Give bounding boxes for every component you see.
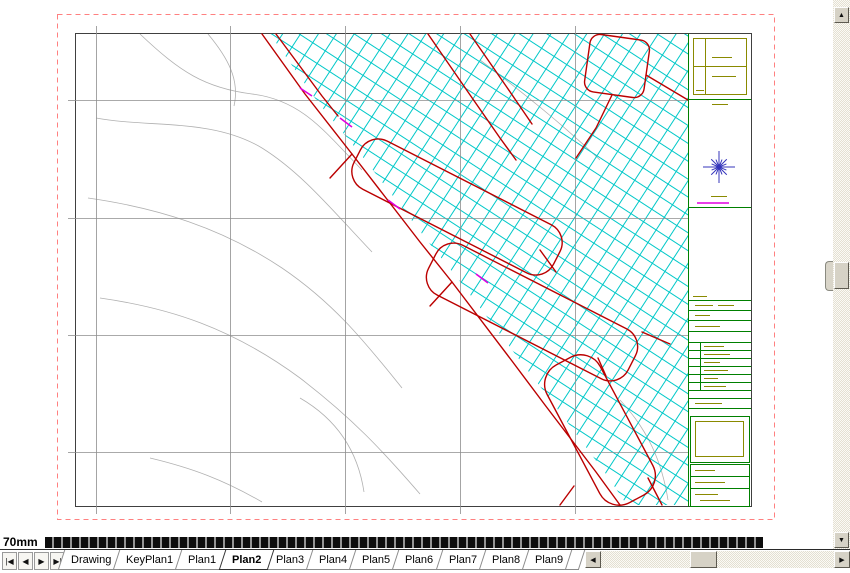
ruler-bar [45,537,763,548]
down-arrow-icon: ▼ [838,537,845,544]
splitter-grip[interactable] [825,261,833,291]
previous-sheet-icon: ◀ [22,557,28,566]
left-arrow-icon: ◀ [590,556,595,564]
sheet-tabs: Drawing KeyPlan1 Plan1 Plan2 Plan3 Plan4… [66,550,582,570]
next-sheet-button[interactable]: ▶ [34,552,49,570]
horizontal-scrollbar[interactable]: ◀ ▶ [585,551,850,568]
next-sheet-icon: ▶ [38,557,44,566]
north-arrow-icon [703,151,735,183]
vertical-scrollbar[interactable]: ▲ ▼ [833,0,850,549]
vertical-scrollbar-thumb[interactable] [834,262,849,289]
drawing-viewport[interactable] [0,0,833,536]
horizontal-scrollbar-thumb[interactable] [690,551,717,568]
status-row: 70mm [0,536,833,549]
tab-plan2[interactable]: Plan2 [218,550,274,570]
sheet-tab-bar: |◀ ◀ ▶ ▶| Drawing KeyPlan1 Plan1 Plan2 P… [0,549,850,573]
title-block [689,34,752,508]
first-sheet-icon: |◀ [5,557,13,566]
first-sheet-button[interactable]: |◀ [2,552,17,570]
scroll-left-button[interactable]: ◀ [585,551,601,568]
right-arrow-icon: ▶ [839,556,844,564]
lots-hatch [270,34,688,505]
scroll-right-button[interactable]: ▶ [834,551,850,568]
scale-label: 70mm [3,536,38,549]
up-arrow-icon: ▲ [838,12,845,19]
scroll-down-button[interactable]: ▼ [834,532,849,548]
cad-window: ▲ ▼ 70mm |◀ ◀ ▶ ▶| Drawing KeyPlan1 Plan… [0,0,850,573]
tab-navigation: |◀ ◀ ▶ ▶| [2,552,65,570]
drawing-canvas [0,0,833,536]
previous-sheet-button[interactable]: ◀ [18,552,33,570]
scroll-up-button[interactable]: ▲ [834,7,849,23]
